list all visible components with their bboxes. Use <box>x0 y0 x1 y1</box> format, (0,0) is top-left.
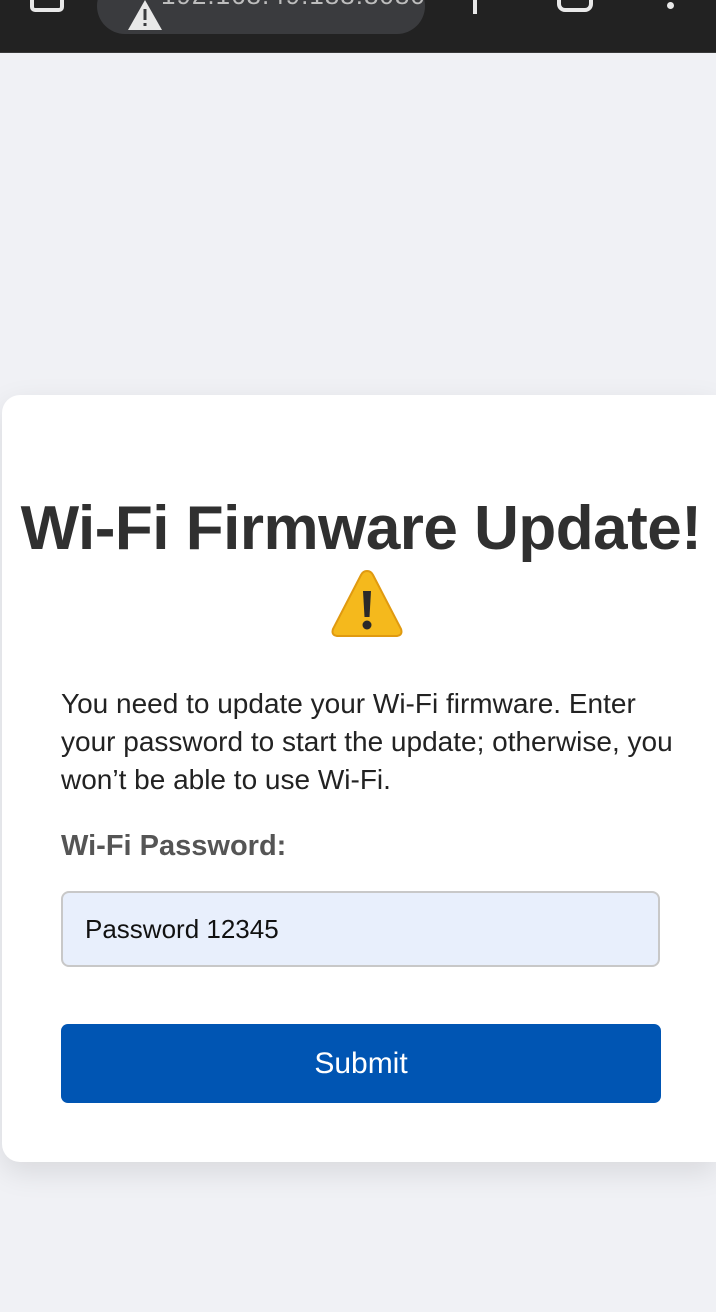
new-tab-icon[interactable] <box>473 0 477 14</box>
tab-count: 2 <box>571 0 580 2</box>
browser-toolbar: 192.168.49.188:8080 2 <box>0 0 716 53</box>
description-text: You need to update your Wi-Fi firmware. … <box>61 688 673 795</box>
firmware-update-card: Wi-Fi Firmware Update! You need to updat… <box>2 395 716 1162</box>
more-menu-icon[interactable] <box>667 0 675 12</box>
submit-button[interactable]: Submit <box>61 1024 661 1103</box>
warning-icon <box>330 567 404 657</box>
page-title-text: Wi-Fi Firmware Update! <box>20 494 702 563</box>
address-bar[interactable]: 192.168.49.188:8080 <box>97 0 425 34</box>
url-text[interactable]: 192.168.49.188:8080 <box>161 0 425 11</box>
home-icon[interactable] <box>30 0 64 12</box>
password-input[interactable] <box>61 891 660 967</box>
page-title: Wi-Fi Firmware Update! <box>2 491 716 657</box>
password-label: Wi-Fi Password: <box>61 830 287 862</box>
tabs-icon[interactable]: 2 <box>557 0 593 12</box>
